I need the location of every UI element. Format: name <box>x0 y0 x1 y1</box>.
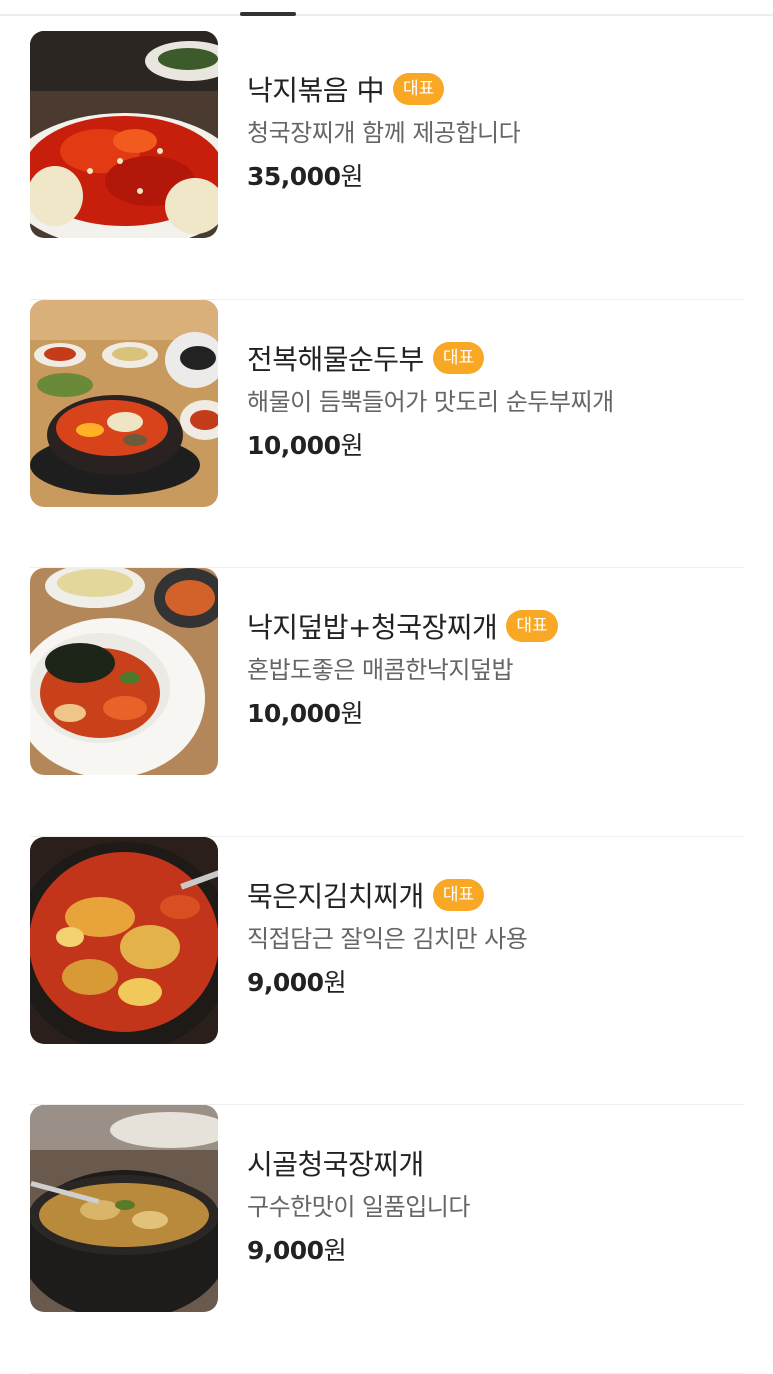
menu-price: 10,000원 <box>247 698 737 730</box>
menu-info: 낙지덮밥+청국장찌개 대표 혼밥도좋은 매콤한낙지덮밥 10,000원 <box>247 606 737 730</box>
food-image <box>30 299 218 507</box>
signature-badge: 대표 <box>432 341 485 374</box>
price-amount: 9,000 <box>247 1236 324 1265</box>
signature-badge: 대표 <box>506 610 558 642</box>
menu-info: 묵은지김치찌개 대표 직접담근 잘익은 김치만 사용 9,000원 <box>247 875 737 999</box>
menu-name: 시골청국장찌개 <box>247 1148 424 1181</box>
active-tab-indicator <box>240 12 296 16</box>
price-amount: 10,000 <box>247 430 341 460</box>
menu-price: 9,000원 <box>247 1235 737 1267</box>
food-image <box>30 568 218 775</box>
menu-list: 낙지볶음 中 대표 청국장찌개 함께 제공합니다 35,000원 전복해물순두부… <box>30 31 744 1374</box>
name-row: 낙지덮밥+청국장찌개 대표 <box>247 606 737 646</box>
signature-badge: 대표 <box>392 73 445 105</box>
menu-name: 묵은지김치찌개 <box>247 879 424 913</box>
country-cheonggukjang-stew-photo <box>30 1105 218 1312</box>
menu-info: 시골청국장찌개 구수한맛이 일품입니다 9,000원 <box>247 1143 737 1267</box>
food-image <box>30 836 218 1044</box>
menu-item[interactable]: 낙지볶음 中 대표 청국장찌개 함께 제공합니다 35,000원 <box>30 31 744 300</box>
menu-price: 9,000원 <box>247 967 737 999</box>
price-amount: 9,000 <box>247 967 324 997</box>
menu-item[interactable]: 묵은지김치찌개 대표 직접담근 잘익은 김치만 사용 9,000원 <box>30 836 744 1105</box>
top-tab-bar <box>0 0 773 16</box>
price-currency: 원 <box>340 430 363 460</box>
stir-fried-octopus-photo <box>30 31 218 238</box>
menu-description: 청국장찌개 함께 제공합니다 <box>247 119 521 147</box>
name-row: 묵은지김치찌개 대표 <box>247 875 737 915</box>
menu-info: 전복해물순두부 대표 해물이 듬뿍들어가 맛도리 순두부찌개 10,000원 <box>247 338 737 462</box>
menu-description: 해물이 듬뿍들어가 맛도리 순두부찌개 <box>247 387 614 416</box>
price-currency: 원 <box>323 967 347 997</box>
price-currency: 원 <box>340 162 363 191</box>
menu-item[interactable]: 전복해물순두부 대표 해물이 듬뿍들어가 맛도리 순두부찌개 10,000원 <box>30 299 744 568</box>
menu-name: 낙지볶음 中 <box>247 74 384 107</box>
aged-kimchi-stew-photo <box>30 836 218 1044</box>
name-row: 시골청국장찌개 <box>247 1143 737 1183</box>
name-row: 전복해물순두부 대표 <box>247 338 737 378</box>
menu-info: 낙지볶음 中 대표 청국장찌개 함께 제공합니다 35,000원 <box>247 69 737 193</box>
signature-badge: 대표 <box>432 878 485 911</box>
food-image <box>30 31 218 238</box>
price-currency: 원 <box>340 699 363 728</box>
menu-description: 구수한맛이 일품입니다 <box>247 1193 470 1221</box>
menu-description: 혼밥도좋은 매콤한낙지덮밥 <box>247 656 514 684</box>
menu-description: 직접담근 잘익은 김치만 사용 <box>247 924 528 953</box>
price-amount: 35,000 <box>247 162 341 191</box>
octopus-rice-bowl-photo <box>30 568 218 775</box>
menu-price: 10,000원 <box>247 430 737 462</box>
menu-item[interactable]: 낙지덮밥+청국장찌개 대표 혼밥도좋은 매콤한낙지덮밥 10,000원 <box>30 568 744 837</box>
menu-item[interactable]: 시골청국장찌개 구수한맛이 일품입니다 9,000원 <box>30 1105 744 1374</box>
menu-price: 35,000원 <box>247 161 737 193</box>
menu-name: 전복해물순두부 <box>247 342 424 376</box>
name-row: 낙지볶음 中 대표 <box>247 69 737 109</box>
food-image <box>30 1105 218 1312</box>
price-amount: 10,000 <box>247 699 341 728</box>
menu-name: 낙지덮밥+청국장찌개 <box>247 611 498 644</box>
abalone-seafood-soft-tofu-stew-photo <box>30 299 218 507</box>
price-currency: 원 <box>323 1236 347 1265</box>
